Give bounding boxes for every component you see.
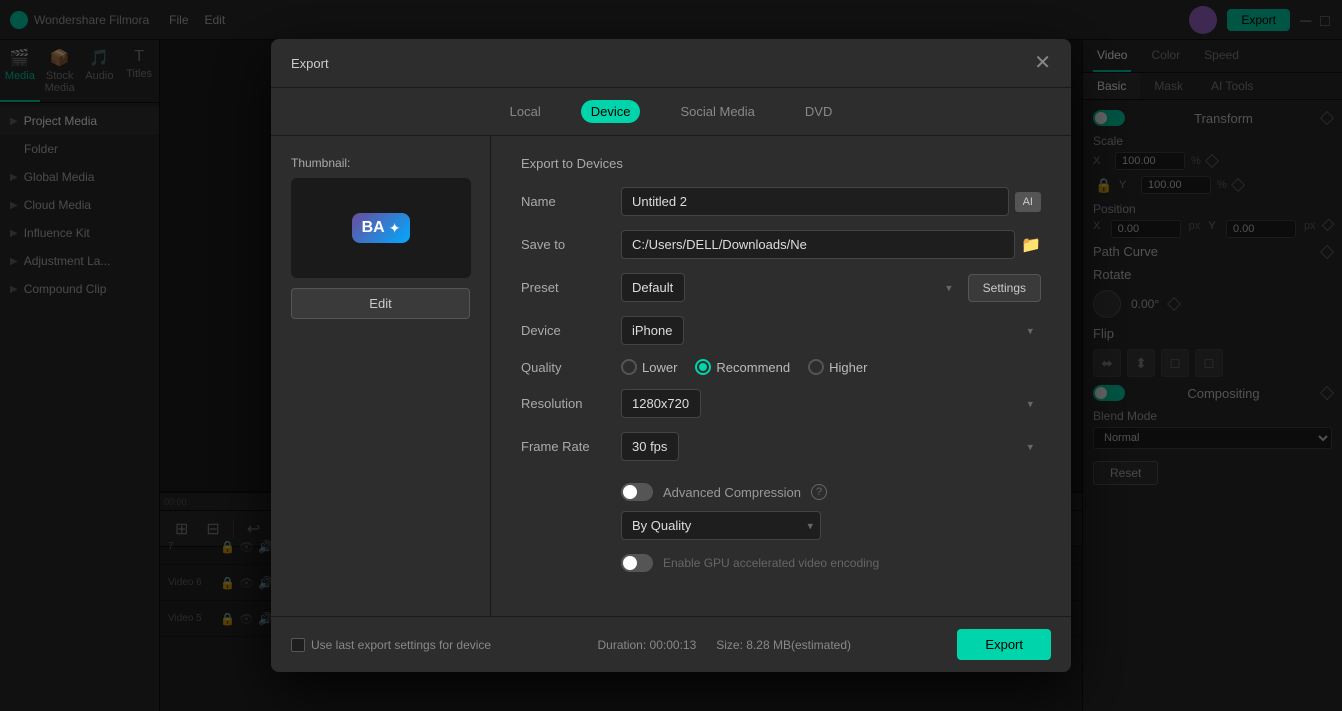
device-label: Device	[521, 323, 621, 338]
dialog-body: Thumbnail: BA ✦ Edit Export to Devices N…	[271, 136, 1071, 616]
save-to-label: Save to	[521, 237, 621, 252]
adv-compress-info-icon[interactable]: ?	[811, 484, 827, 500]
thumbnail-edit-button[interactable]: Edit	[291, 288, 470, 319]
adv-compress-row: Advanced Compression ?	[521, 483, 1041, 501]
quality-higher-label: Higher	[829, 360, 867, 375]
dialog-close-button[interactable]: ✕	[1034, 53, 1051, 73]
save-to-input[interactable]	[621, 230, 1015, 259]
preset-select[interactable]: Default	[621, 273, 685, 302]
preset-label: Preset	[521, 280, 621, 295]
thumbnail-label: Thumbnail:	[291, 156, 470, 170]
adv-compress-label: Advanced Compression	[663, 485, 801, 500]
dialog-right-panel: Export to Devices Name AI Save to 📁 Pres…	[491, 136, 1071, 616]
duration-label: Duration:	[598, 638, 647, 652]
device-select-wrap: iPhone	[621, 316, 1041, 345]
radio-higher-circle	[808, 359, 824, 375]
browse-folder-button[interactable]: 📁	[1021, 235, 1041, 255]
gpu-toggle[interactable]	[621, 554, 653, 572]
quality-higher[interactable]: Higher	[808, 359, 867, 375]
dialog-header: Export ✕	[271, 39, 1071, 88]
save-to-row: Save to 📁	[521, 230, 1041, 259]
frame-rate-select[interactable]: 30 fps	[621, 432, 679, 461]
dialog-left-panel: Thumbnail: BA ✦ Edit	[271, 136, 491, 616]
ai-icon: ✦	[389, 220, 401, 237]
export-section-title: Export to Devices	[521, 156, 1041, 171]
dialog-tab-social-media[interactable]: Social Media	[670, 100, 764, 123]
name-input[interactable]	[621, 187, 1009, 216]
duration-value: 00:00:13	[650, 638, 697, 652]
quality-lower[interactable]: Lower	[621, 359, 677, 375]
name-row: Name AI	[521, 187, 1041, 216]
gpu-row: Enable GPU accelerated video encoding	[521, 554, 1041, 572]
export-button[interactable]: Export	[957, 629, 1051, 660]
dialog-tabs: Local Device Social Media DVD	[271, 88, 1071, 136]
resolution-select-wrap: 1280x720	[621, 389, 1041, 418]
quality-label: Quality	[521, 360, 621, 375]
size-value: 8.28 MB(estimated)	[746, 638, 851, 652]
frame-rate-select-wrap: 30 fps	[621, 432, 1041, 461]
size-label: Size:	[716, 638, 743, 652]
adv-compress-toggle[interactable]	[621, 483, 653, 501]
quality-row: Quality Lower Recommend	[521, 359, 1041, 375]
name-label: Name	[521, 194, 621, 209]
preset-row: Preset Default Settings	[521, 273, 1041, 302]
dialog-overlay: Export ✕ Local Device Social Media DVD T…	[0, 0, 1342, 711]
frame-rate-row: Frame Rate 30 fps	[521, 432, 1041, 461]
radio-lower-circle	[621, 359, 637, 375]
quality-radio-group: Lower Recommend Higher	[621, 359, 1041, 375]
quality-select-container: By Quality	[621, 511, 821, 540]
ai-badge: BA ✦	[352, 213, 411, 243]
footer-info: Duration: 00:00:13 Size: 8.28 MB(estimat…	[598, 638, 852, 652]
dialog-footer: Use last export settings for device Dura…	[271, 616, 1071, 672]
size-info: Size: 8.28 MB(estimated)	[716, 638, 851, 652]
radio-recommend-dot	[699, 363, 707, 371]
thumbnail-box: BA ✦	[291, 178, 471, 278]
ai-autofill-button[interactable]: AI	[1015, 192, 1041, 212]
checkbox-box	[291, 638, 305, 652]
duration-info: Duration: 00:00:13	[598, 638, 697, 652]
dialog-tab-dvd[interactable]: DVD	[795, 100, 842, 123]
radio-recommend-circle	[695, 359, 711, 375]
ai-badge-text: BA	[362, 219, 385, 237]
dialog-title: Export	[291, 56, 329, 71]
quality-lower-label: Lower	[642, 360, 677, 375]
dialog-tab-device[interactable]: Device	[581, 100, 641, 123]
by-quality-select[interactable]: By Quality	[621, 511, 821, 540]
gpu-label: Enable GPU accelerated video encoding	[663, 556, 879, 570]
footer-left: Use last export settings for device	[291, 638, 491, 652]
device-select[interactable]: iPhone	[621, 316, 684, 345]
quality-recommend[interactable]: Recommend	[695, 359, 790, 375]
last-settings-checkbox[interactable]: Use last export settings for device	[291, 638, 491, 652]
resolution-label: Resolution	[521, 396, 621, 411]
frame-rate-label: Frame Rate	[521, 439, 621, 454]
resolution-row: Resolution 1280x720	[521, 389, 1041, 418]
quality-recommend-label: Recommend	[716, 360, 790, 375]
checkbox-label: Use last export settings for device	[311, 638, 491, 652]
settings-button[interactable]: Settings	[968, 274, 1041, 302]
device-row: Device iPhone	[521, 316, 1041, 345]
export-dialog: Export ✕ Local Device Social Media DVD T…	[271, 39, 1071, 672]
preset-select-wrap: Default	[621, 273, 960, 302]
resolution-select[interactable]: 1280x720	[621, 389, 701, 418]
dialog-tab-local[interactable]: Local	[500, 100, 551, 123]
